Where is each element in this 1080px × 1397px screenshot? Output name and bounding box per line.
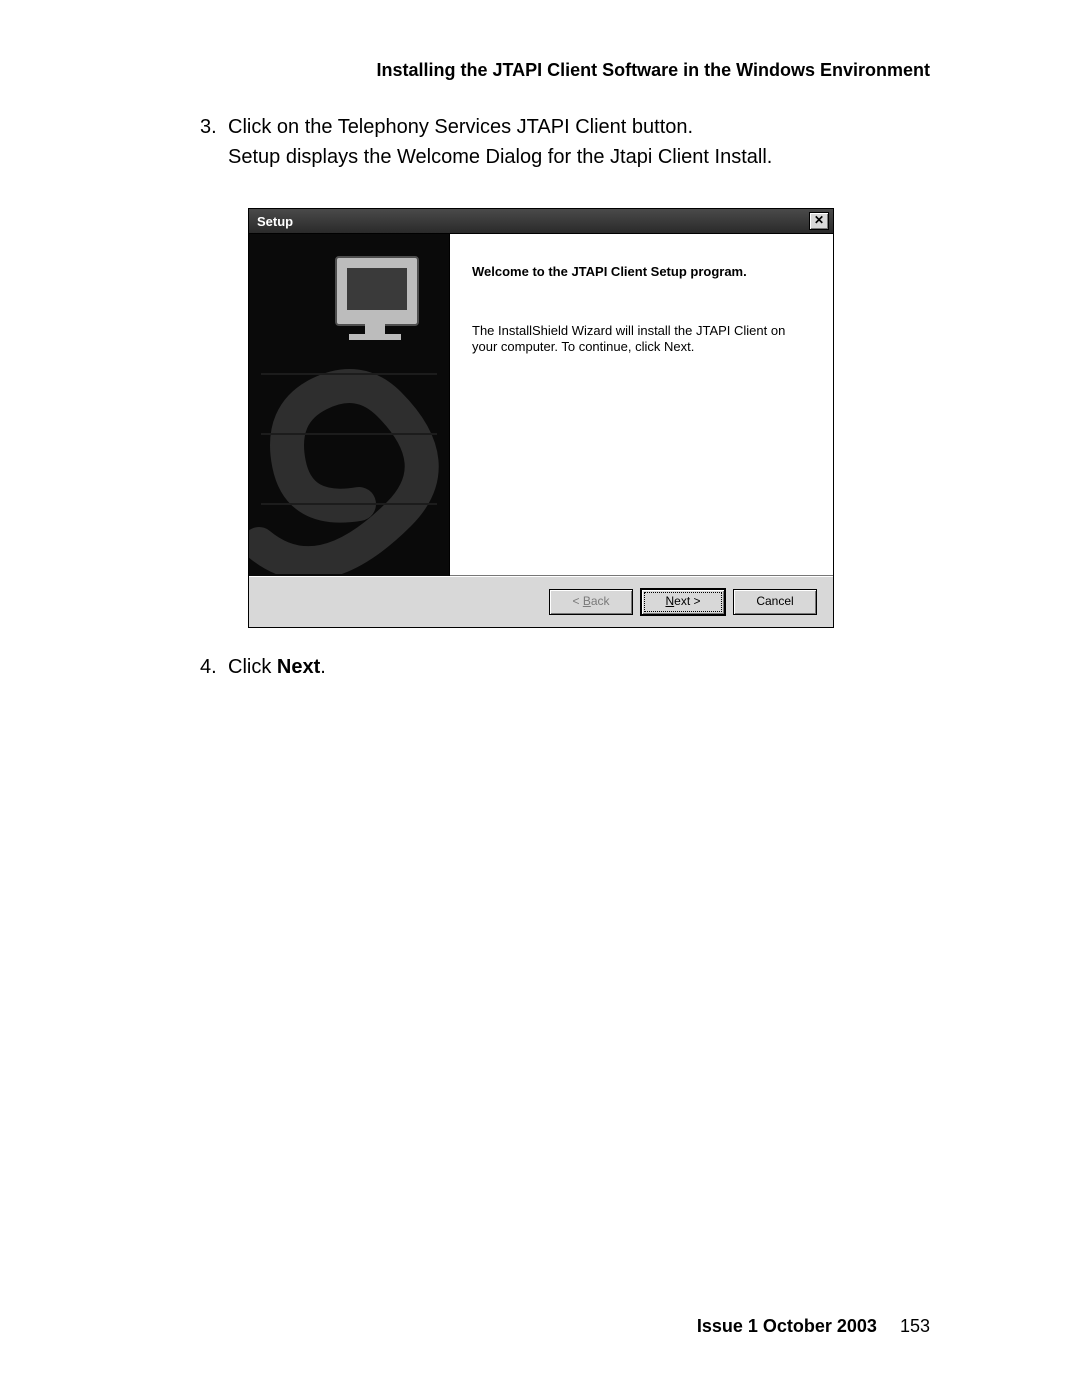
step-3: 3.Click on the Telephony Services JTAPI … <box>200 112 930 172</box>
footer-issue: Issue 1 October 2003 <box>697 1316 877 1336</box>
back-underline: B <box>583 594 591 608</box>
setup-dialog: Setup ✕ Welcome to the JTAPI Client Setu… <box>248 208 834 628</box>
document-page: Installing the JTAPI Client Software in … <box>0 0 1080 1397</box>
cancel-button[interactable]: Cancel <box>733 589 817 615</box>
step-3-line1: Click on the Telephony Services JTAPI Cl… <box>228 116 693 138</box>
welcome-heading: Welcome to the JTAPI Client Setup progra… <box>472 264 811 279</box>
next-rest: ext > <box>674 594 700 608</box>
back-button: < Back <box>549 589 633 615</box>
dialog-button-row: < Back Next > Cancel <box>249 576 833 627</box>
back-prefix: < <box>572 594 582 608</box>
step-4-prefix: Click <box>228 656 277 678</box>
step-4: 4.Click Next. <box>200 656 930 679</box>
next-button[interactable]: Next > <box>641 589 725 615</box>
step-number: 4. <box>200 656 228 679</box>
window-title: Setup <box>257 214 809 229</box>
swirl-icon <box>249 334 449 574</box>
footer-page-number: 153 <box>900 1316 930 1336</box>
running-header: Installing the JTAPI Client Software in … <box>376 60 930 81</box>
step-4-bold: Next <box>277 656 320 678</box>
welcome-description: The InstallShield Wizard will install th… <box>472 323 811 356</box>
monitor-icon <box>335 256 419 326</box>
page-footer: Issue 1 October 2003 153 <box>697 1316 930 1337</box>
titlebar: Setup ✕ <box>249 209 833 233</box>
step-number: 3. <box>200 112 228 142</box>
step-3-line2: Setup displays the Welcome Dialog for th… <box>200 142 930 172</box>
next-underline: N <box>665 594 674 608</box>
wizard-graphic <box>249 234 450 576</box>
step-4-suffix: . <box>320 656 326 678</box>
close-button[interactable]: ✕ <box>809 212 829 230</box>
back-rest: ack <box>591 594 610 608</box>
monitor-stand-icon <box>365 324 385 334</box>
dialog-content: Welcome to the JTAPI Client Setup progra… <box>450 234 833 576</box>
dialog-body: Welcome to the JTAPI Client Setup progra… <box>249 233 833 576</box>
